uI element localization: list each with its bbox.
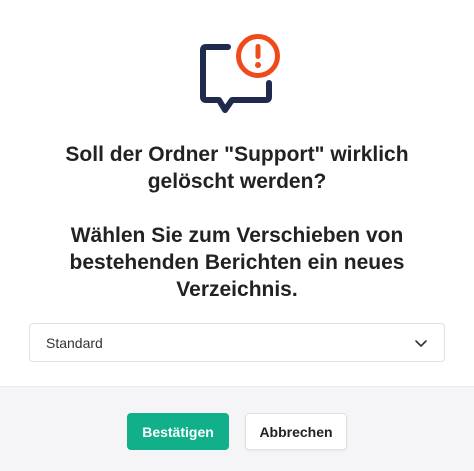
cancel-button[interactable]: Abbrechen <box>245 413 347 450</box>
delete-folder-dialog: Soll der Ordner "Support" wirklich gelös… <box>0 0 474 471</box>
chevron-down-icon <box>414 336 428 350</box>
dialog-question: Soll der Ordner "Support" wirklich gelös… <box>65 143 409 193</box>
folder-select[interactable]: Standard <box>29 323 445 362</box>
dialog-footer: Bestätigen Abbrechen <box>0 386 474 471</box>
folder-select-value: Standard <box>46 334 103 351</box>
dialog-instruction: Wählen Sie zum Verschieben von bestehend… <box>69 224 405 301</box>
chat-warning-icon <box>198 33 284 115</box>
confirm-button[interactable]: Bestätigen <box>127 413 229 450</box>
dialog-title: Soll der Ordner "Support" wirklich gelös… <box>20 141 454 303</box>
